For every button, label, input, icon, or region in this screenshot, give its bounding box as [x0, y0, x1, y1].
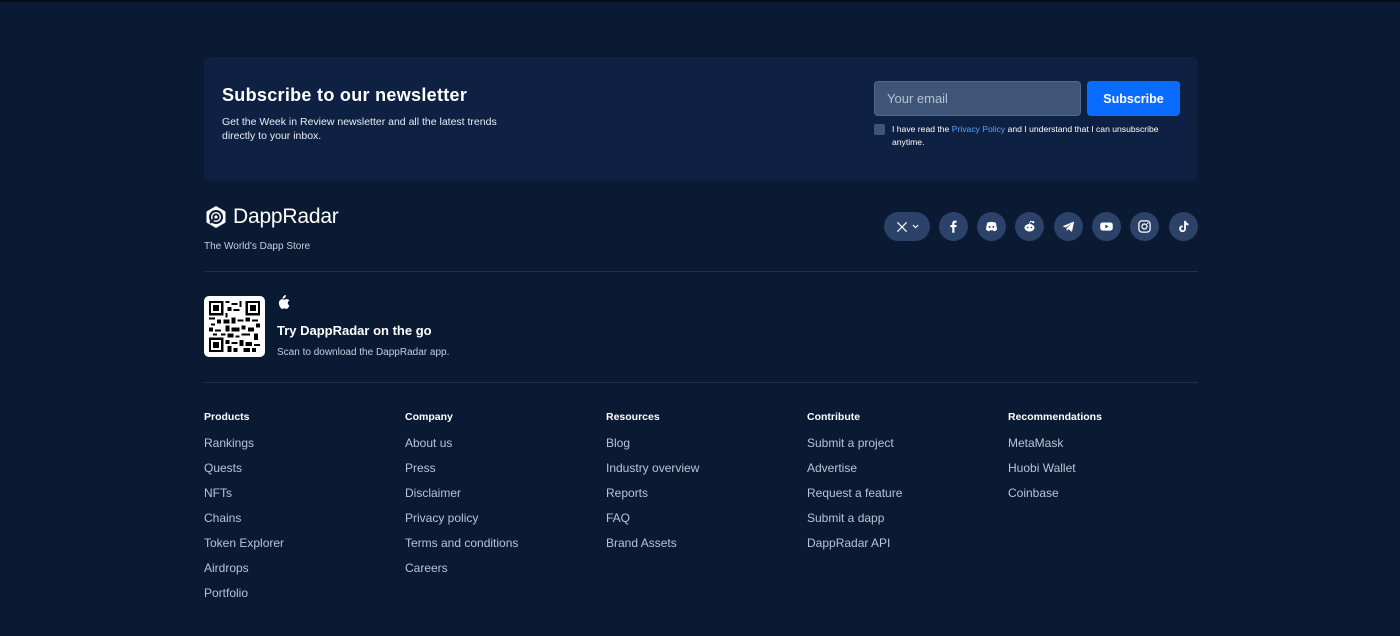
column-resources: Resources Blog Industry overview Reports…: [606, 411, 699, 561]
footer-link-huobi-wallet[interactable]: Huobi Wallet: [1008, 461, 1102, 486]
x-icon[interactable]: [884, 212, 930, 241]
footer-link-rankings[interactable]: Rankings: [204, 436, 284, 461]
footer-link-token-explorer[interactable]: Token Explorer: [204, 536, 284, 561]
footer-link-chains[interactable]: Chains: [204, 511, 284, 536]
divider: [204, 382, 1198, 383]
footer-link-submit-dapp[interactable]: Submit a dapp: [807, 511, 902, 536]
footer-link-quests[interactable]: Quests: [204, 461, 284, 486]
footer-link-reports[interactable]: Reports: [606, 486, 699, 511]
column-heading: Recommendations: [1008, 411, 1102, 423]
column-recommendations: Recommendations MetaMask Huobi Wallet Co…: [1008, 411, 1102, 511]
social-links: [884, 212, 1198, 241]
consent-text: I have read the Privacy Policy and I und…: [892, 123, 1182, 149]
column-heading: Contribute: [807, 411, 861, 423]
footer-link-coinbase[interactable]: Coinbase: [1008, 486, 1102, 511]
footer-link-disclaimer[interactable]: Disclaimer: [405, 486, 518, 511]
footer-link-privacy-policy[interactable]: Privacy policy: [405, 511, 518, 536]
brand-name[interactable]: DappRadar: [233, 205, 339, 229]
qr-code: [204, 296, 265, 357]
column-heading: Products: [204, 411, 250, 423]
footer-link-airdrops[interactable]: Airdrops: [204, 561, 284, 586]
brand-tagline: The World's Dapp Store: [204, 241, 311, 252]
newsletter-panel: Subscribe to our newsletter Get the Week…: [204, 57, 1198, 181]
privacy-policy-link[interactable]: Privacy Policy: [952, 124, 1005, 134]
youtube-icon[interactable]: [1092, 212, 1121, 241]
instagram-icon[interactable]: [1130, 212, 1159, 241]
footer-link-portfolio[interactable]: Portfolio: [204, 586, 284, 611]
email-input[interactable]: [874, 81, 1081, 116]
footer-link-advertise[interactable]: Advertise: [807, 461, 902, 486]
footer-link-metamask[interactable]: MetaMask: [1008, 436, 1102, 461]
app-title: Try DappRadar on the go: [277, 323, 432, 338]
app-description: Scan to download the DappRadar app.: [277, 347, 450, 358]
apple-icon[interactable]: [277, 295, 290, 310]
facebook-icon[interactable]: [939, 212, 968, 241]
column-products: Products Rankings Quests NFTs Chains Tok…: [204, 411, 284, 611]
footer-link-about-us[interactable]: About us: [405, 436, 518, 461]
chevron-down-icon: [911, 224, 919, 229]
footer-link-nfts[interactable]: NFTs: [204, 486, 284, 511]
column-heading: Resources: [606, 411, 660, 423]
divider: [204, 271, 1198, 272]
footer-link-brand-assets[interactable]: Brand Assets: [606, 536, 699, 561]
discord-icon[interactable]: [977, 212, 1006, 241]
column-heading: Company: [405, 411, 453, 423]
footer-link-request-feature[interactable]: Request a feature: [807, 486, 902, 511]
subscribe-button[interactable]: Subscribe: [1087, 81, 1180, 116]
footer-link-submit-project[interactable]: Submit a project: [807, 436, 902, 461]
column-company: Company About us Press Disclaimer Privac…: [405, 411, 518, 586]
column-contribute: Contribute Submit a project Advertise Re…: [807, 411, 902, 561]
footer-link-industry-overview[interactable]: Industry overview: [606, 461, 699, 486]
dappradar-logo-icon[interactable]: [204, 205, 228, 229]
footer-link-careers[interactable]: Careers: [405, 561, 518, 586]
footer-link-terms[interactable]: Terms and conditions: [405, 536, 518, 561]
footer-link-dappradar-api[interactable]: DappRadar API: [807, 536, 902, 561]
telegram-icon[interactable]: [1054, 212, 1083, 241]
tiktok-icon[interactable]: [1169, 212, 1198, 241]
footer-link-blog[interactable]: Blog: [606, 436, 699, 461]
newsletter-description: Get the Week in Review newsletter and al…: [222, 116, 497, 142]
footer-link-press[interactable]: Press: [405, 461, 518, 486]
consent-prefix: I have read the: [892, 124, 950, 134]
newsletter-title: Subscribe to our newsletter: [222, 85, 468, 105]
footer-link-faq[interactable]: FAQ: [606, 511, 699, 536]
reddit-icon[interactable]: [1015, 212, 1044, 241]
consent-checkbox[interactable]: [874, 124, 885, 135]
